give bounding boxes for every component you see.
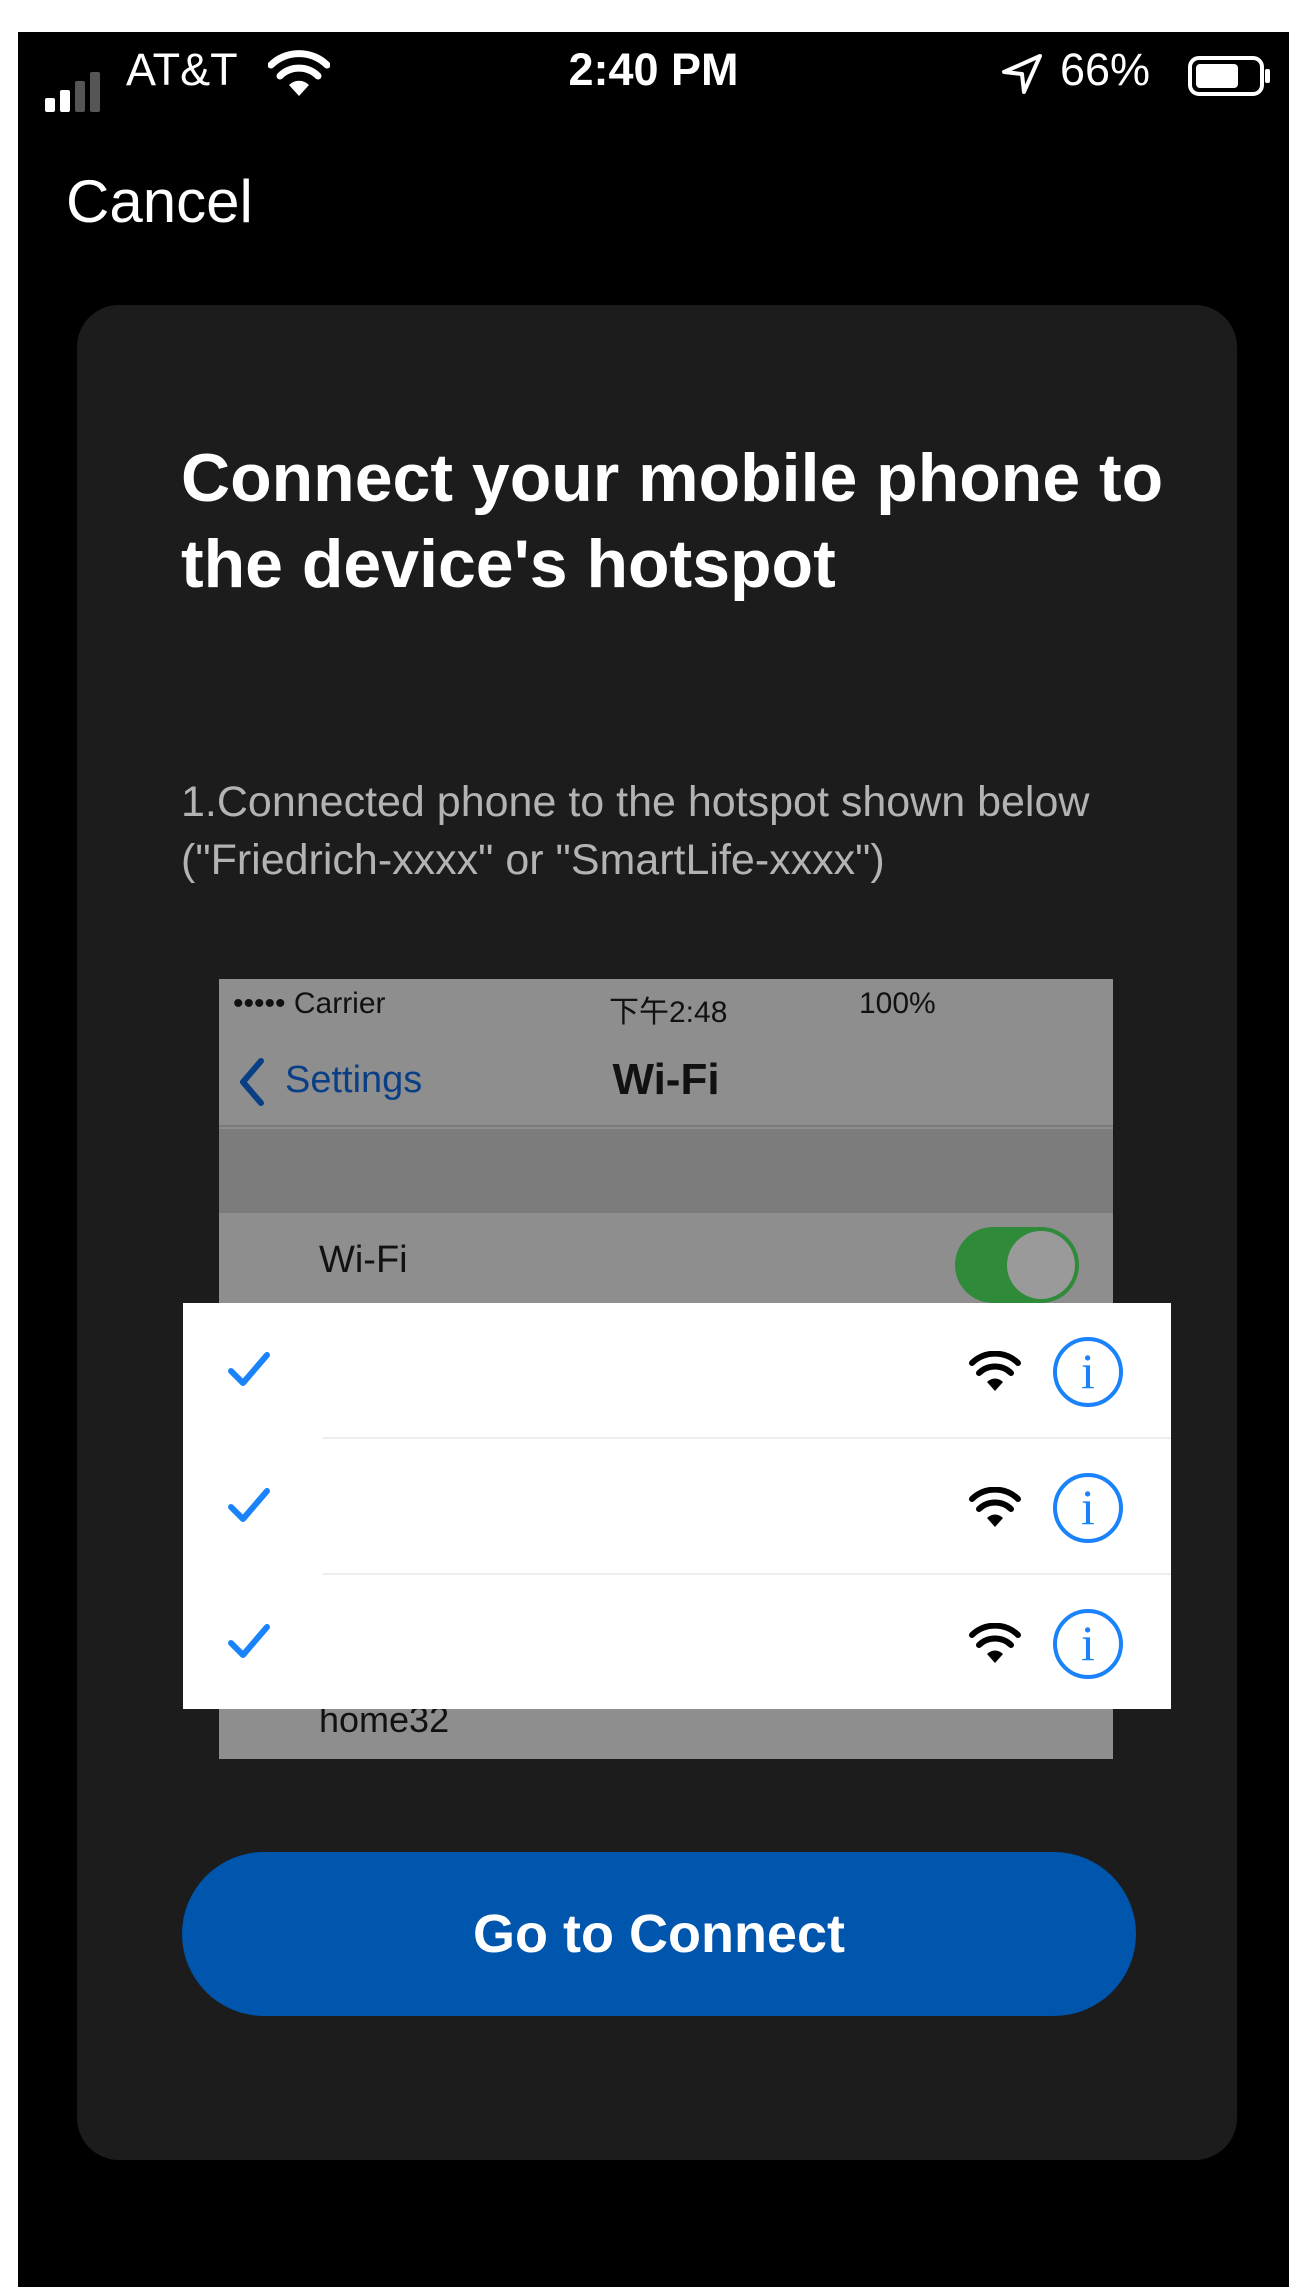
illustration-wifi-toggle (955, 1227, 1079, 1303)
info-icon[interactable]: i (1053, 1473, 1123, 1543)
illustration-title: Wi-Fi (612, 1055, 720, 1104)
illustration-time: 下午2:48 (609, 996, 728, 1029)
checkmark-icon (228, 1488, 270, 1522)
location-arrow-icon (1002, 54, 1042, 94)
illustration-carrier: ••••• Carrier (233, 987, 386, 1020)
network-row[interactable]: i (183, 1303, 1171, 1439)
illustration-wifi-label: Wi-Fi (319, 1239, 408, 1281)
illustration-wifi-row: Wi-Fi (219, 1213, 1113, 1313)
checkmark-icon (228, 1624, 270, 1658)
illustration-navbar: Settings Wi-Fi (219, 1035, 1113, 1127)
instruction-text: 1.Connected phone to the hotspot shown b… (181, 778, 1090, 884)
instruction-card: Connect your mobile phone to the device'… (77, 305, 1237, 2160)
toggle-knob (1007, 1231, 1075, 1299)
network-row[interactable]: i (183, 1439, 1171, 1575)
checkmark-icon (228, 1352, 270, 1386)
wifi-icon (969, 1487, 1021, 1527)
screen: AT&T 2:40 PM 66% Cancel Connect your mob… (18, 32, 1289, 2287)
battery-percentage: 66% (1060, 44, 1151, 95)
wifi-icon (969, 1351, 1021, 1391)
network-list: i i i (183, 1303, 1171, 1709)
battery-icon (1188, 56, 1270, 96)
illustration-status-bar: ••••• Carrier 下午2:48 100% (219, 979, 1113, 1035)
network-row[interactable]: i (183, 1575, 1171, 1711)
illustration-section-gap (219, 1129, 1113, 1213)
go-to-connect-button[interactable]: Go to Connect (182, 1852, 1136, 2016)
page-title: Connect your mobile phone to the device'… (181, 440, 1164, 602)
info-icon[interactable]: i (1053, 1609, 1123, 1679)
status-bar: AT&T 2:40 PM 66% (18, 32, 1289, 142)
cancel-button[interactable]: Cancel (66, 167, 253, 236)
illustration-battery: 100% (859, 987, 936, 1020)
wifi-icon (969, 1623, 1021, 1663)
info-icon[interactable]: i (1053, 1337, 1123, 1407)
